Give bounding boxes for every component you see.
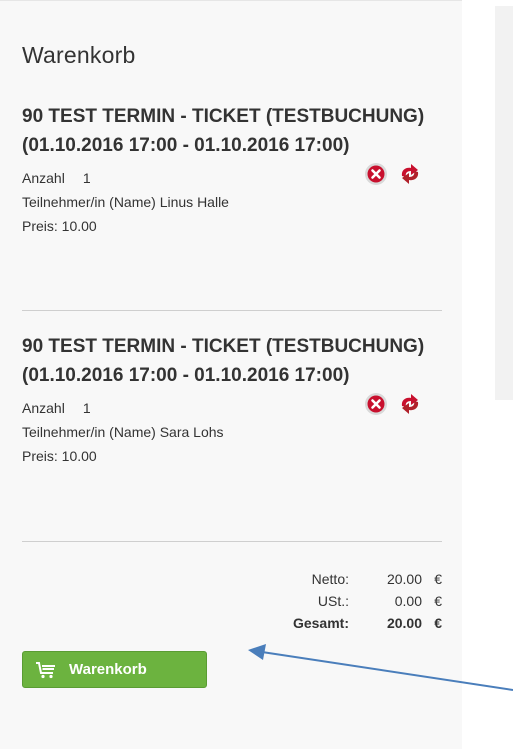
annotation-arrow [248, 644, 513, 691]
